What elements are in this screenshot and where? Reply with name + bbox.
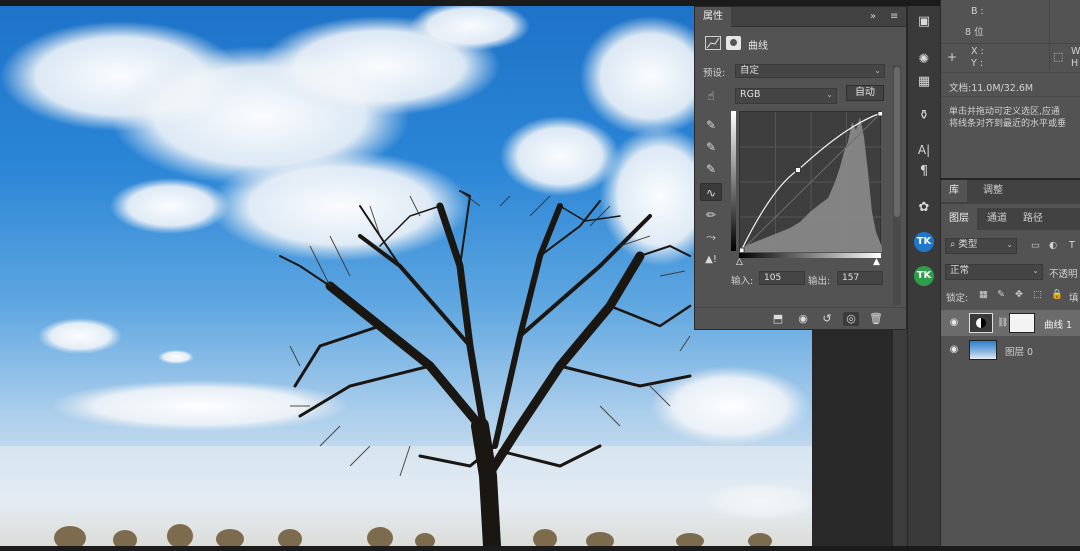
tk-plugin-green-icon[interactable]: TK (914, 266, 934, 286)
output-label: 输出: (808, 276, 831, 287)
adjustment-thumbnail (969, 313, 993, 333)
smooth-icon[interactable]: ⤳ (700, 228, 722, 246)
opacity-label: 不透明 (1049, 269, 1078, 280)
fill-label: 填 (1069, 293, 1079, 304)
swatches-grid-icon[interactable]: ▦ (914, 72, 934, 92)
tab-layers[interactable]: 图层 (941, 208, 977, 230)
document-size: 文档:11.0M/32.6M (949, 83, 1034, 94)
link-icon[interactable]: ⛓ (997, 318, 1008, 328)
b-label: B : (971, 6, 984, 17)
eyedropper-white-icon[interactable]: ✎ (700, 160, 722, 178)
layers-panel: 库 调整 图层 通道 路径 ⌕ 类型 ⌄ ▭ ◐ T 正常 ⌄ 不透明 锁定: … (940, 178, 1080, 546)
tab-paths[interactable]: 路径 (1015, 208, 1051, 230)
layer-mask-icon[interactable] (726, 36, 741, 50)
eye-icon[interactable]: ◉ (948, 317, 960, 329)
image-thumbnail (969, 340, 997, 360)
curve-control-point (795, 167, 801, 173)
pencil-icon[interactable]: ✏ (700, 206, 722, 224)
histogram-panel-icon[interactable]: ▣ (914, 12, 934, 32)
input-gradient-bar (739, 253, 881, 258)
blend-mode-select[interactable]: 正常 ⌄ (945, 264, 1043, 280)
chevron-down-icon: ⌄ (874, 66, 881, 75)
trash-icon[interactable]: 🗑 (868, 312, 884, 326)
chevron-down-icon: ⌄ (826, 90, 833, 99)
filter-adjust-icon[interactable]: ◐ (1049, 240, 1057, 251)
output-value-field[interactable]: 157 (837, 271, 883, 285)
clipping-warning-icon[interactable]: ▲! (700, 251, 722, 269)
panel-icon-strip: ▣ ✺ ▦ ⚱ A| ¶ ✿ TK TK (907, 6, 940, 546)
filter-pixel-icon[interactable]: ▭ (1031, 240, 1040, 251)
channel-value: RGB (740, 89, 761, 100)
tab-properties[interactable]: 属性 (695, 7, 731, 27)
mask-thumbnail[interactable] (1009, 313, 1035, 333)
chevron-down-icon: ⌄ (1032, 266, 1039, 275)
properties-scrollbar[interactable] (893, 65, 901, 305)
tab-channels[interactable]: 通道 (979, 208, 1015, 230)
reset-icon[interactable]: ↺ (819, 312, 835, 326)
lock-all-icon[interactable]: 🔒 (1051, 289, 1063, 300)
crosshair-icon: + (947, 50, 958, 64)
clip-to-layer-icon[interactable]: ⬒ (770, 312, 786, 326)
canvas-bottom-bar (0, 546, 1080, 551)
tk-plugin-blue-icon[interactable]: TK (914, 232, 934, 252)
document-canvas[interactable] (0, 6, 812, 546)
color-palette-icon[interactable]: ✺ (914, 50, 934, 70)
chevron-down-icon: ⌄ (1006, 240, 1013, 249)
h-label: H (1071, 58, 1079, 69)
lock-image-icon[interactable]: ✎ (997, 289, 1005, 300)
layer-name[interactable]: 曲线 1 (1044, 317, 1072, 331)
lock-label: 锁定: (946, 293, 969, 304)
filter-value: 类型 (958, 239, 978, 250)
lock-position-icon[interactable]: ✥ (1015, 289, 1023, 300)
preset-label: 预设: (703, 68, 726, 79)
visibility-icon[interactable]: ◎ (843, 312, 859, 326)
curves-graph[interactable] (738, 110, 884, 254)
properties-panel: 属性 » ≡ 曲线 预设: 自定 ⌄ ☝ RGB ⌄ 自动 ✎ ✎ ✎ ∿ ✏ … (694, 6, 907, 330)
canvas-scroll-edge (893, 330, 907, 546)
filter-type-icon[interactable]: T (1069, 240, 1075, 251)
bit-depth: 8 位 (965, 27, 984, 38)
selection-size-icon: ⬚ (1053, 50, 1064, 63)
panel-menu-icon[interactable]: ≡ (890, 10, 898, 24)
channels-mixer-icon[interactable]: ✿ (914, 198, 934, 218)
layer-name[interactable]: 图层 0 (1005, 344, 1033, 358)
input-value-field[interactable]: 105 (759, 271, 805, 285)
character-icon[interactable]: A| (914, 140, 934, 160)
collapse-panel-icon[interactable]: » (870, 10, 876, 24)
layer-row-curves[interactable]: ◉ ⛓ 曲线 1 (941, 310, 1080, 336)
y-label: Y : (971, 58, 984, 69)
targeted-adjust-icon[interactable]: ☝ (700, 87, 722, 105)
info-panel: B : 8 位 + X : Y : ⬚ W H 文档:11.0M/32.6M 单… (940, 0, 1080, 178)
hint-line-2: 将线条对齐到最近的水平或垂 (949, 119, 1067, 129)
auto-button[interactable]: 自动 (846, 85, 884, 101)
paragraph-icon[interactable]: ¶ (914, 162, 934, 182)
adjustment-title: 曲线 (748, 41, 768, 52)
channel-select[interactable]: RGB ⌄ (735, 88, 837, 104)
white-point-slider[interactable]: ▲ (873, 257, 880, 267)
preset-value: 自定 (740, 65, 760, 76)
input-label: 输入: (731, 276, 754, 287)
curve-point-icon[interactable]: ∿ (700, 183, 722, 201)
eyedropper-black-icon[interactable]: ✎ (700, 116, 722, 134)
w-label: W (1071, 46, 1080, 57)
tab-adjustments[interactable]: 调整 (975, 180, 1011, 202)
black-point-slider[interactable]: △ (736, 257, 743, 267)
x-label: X : (971, 46, 984, 57)
eye-icon[interactable]: ◉ (948, 344, 960, 356)
properties-footer: ⬒ ◉ ↺ ◎ 🗑 (695, 307, 906, 329)
stamp-icon[interactable]: ⚱ (914, 106, 934, 126)
tab-library[interactable]: 库 (941, 180, 967, 202)
view-previous-icon[interactable]: ◉ (795, 312, 811, 326)
lock-transparent-icon[interactable]: ▦ (979, 289, 988, 300)
lock-artboard-icon[interactable]: ⬚ (1033, 289, 1042, 300)
layer-filter-select[interactable]: ⌕ 类型 ⌄ (945, 238, 1017, 254)
layer-row-image[interactable]: ◉ 图层 0 (941, 337, 1080, 363)
eyedropper-gray-icon[interactable]: ✎ (700, 138, 722, 156)
output-gradient-bar (731, 111, 736, 251)
adjust-icon (705, 36, 721, 50)
blend-mode-value: 正常 (950, 265, 970, 276)
preset-select[interactable]: 自定 ⌄ (735, 64, 885, 78)
photo-tree-sky (0, 6, 812, 546)
properties-tabbar: 属性 » ≡ (695, 7, 906, 27)
